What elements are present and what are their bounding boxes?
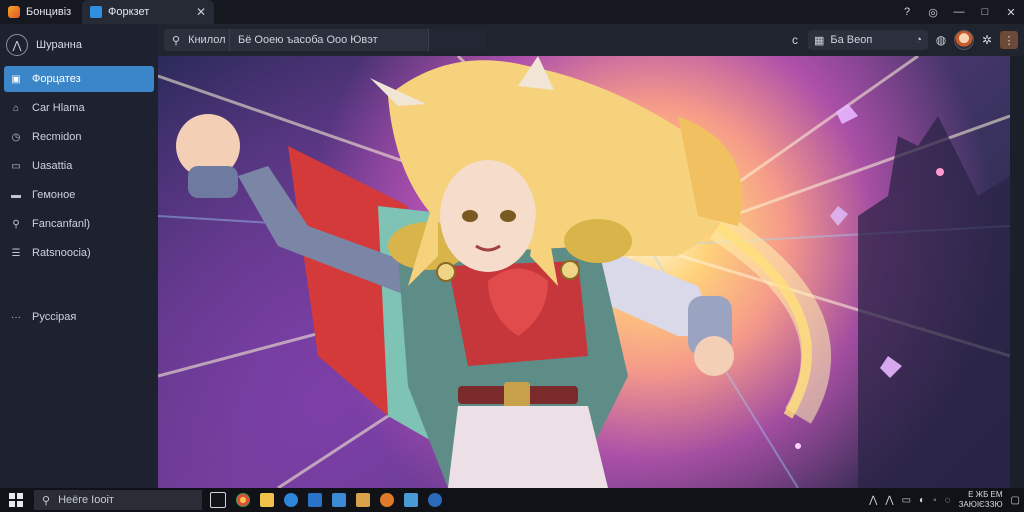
mini-search-value: Ба Веоп	[830, 34, 873, 46]
minimize-button[interactable]: —	[946, 6, 972, 18]
clock-icon: ◷	[11, 131, 21, 143]
scrollbar-track[interactable]	[1010, 56, 1024, 488]
sidebar-item-3[interactable]: ▭ Uasattia	[4, 153, 154, 179]
help-icon[interactable]: ?	[894, 6, 920, 18]
sidebar-item-1[interactable]: ⌂ Car Hlama	[4, 95, 154, 121]
clock-date: ЗАЮІЄЗЗЮ	[958, 500, 1003, 509]
car-icon: ⌂	[12, 102, 20, 114]
sidebar-more-label: Руссірая	[32, 311, 77, 323]
sidebar-item-6[interactable]: ☰ Ratsnoocia)	[4, 240, 154, 266]
clock[interactable]: Е ЖБ ЕМ ЗАЮІЄЗЗЮ	[959, 490, 1003, 510]
sidebar-item-5[interactable]: ⚲ Fancanfanl)	[4, 211, 154, 237]
grid-icon: ▦	[814, 34, 825, 47]
taskbar-pinned-apps	[210, 488, 442, 512]
tag-icon: ⚲	[12, 218, 20, 230]
sidebar-nav: ▣ Форцатез ⌂ Car Hlama ◷ Recmidon ▭ Uasa…	[0, 66, 158, 269]
taskbar: ⚲ Неёге Іооіт ⋀ ⋀ ▭ ◐ ◦ ◌ Е ЖБ ЕМ ЗАЮІЄЗ…	[0, 488, 1024, 512]
close-window-button[interactable]: ✕	[998, 6, 1024, 19]
briefcase-icon[interactable]	[356, 493, 370, 507]
search-scope[interactable]: ⚲ Книлол	[164, 29, 230, 51]
sidebar-item-label: Fancanfanl)	[32, 218, 91, 230]
sidebar-item-label: Uasattia	[32, 160, 73, 172]
volume-icon[interactable]: ▭	[902, 495, 911, 506]
clock-time: Е ЖБ ЕМ	[968, 490, 1003, 499]
list-icon: ☰	[11, 247, 21, 259]
sidebar-brand[interactable]: ⋀ Шуранна	[6, 34, 82, 56]
chart-icon: ▭	[11, 160, 21, 172]
brand-label: Шуранна	[36, 39, 82, 51]
app-logo-icon	[8, 6, 20, 18]
system-tray: ⋀ ⋀ ▭ ◐ ◦ ◌ Е ЖБ ЕМ ЗАЮІЄЗЗЮ ▢	[869, 488, 1020, 512]
sidebar-more-section: ··· Руссірая	[0, 304, 158, 333]
task-view-icon[interactable]	[210, 492, 226, 508]
battery-icon[interactable]: ◐	[919, 495, 925, 506]
chevron-up-icon[interactable]: ⋀	[869, 495, 877, 506]
title-bar: Бонцивіз Форкзет ✕ ? ◎ — □ ✕	[0, 0, 1024, 24]
maximize-button[interactable]: □	[972, 6, 998, 18]
search-icon: ⚲	[42, 494, 51, 507]
sidebar-item-label: Car Hlama	[32, 102, 85, 114]
sidebar-item-label: Recmidon	[32, 131, 82, 143]
folder-icon: ▬	[11, 189, 21, 201]
search-icon: ⚲	[172, 34, 181, 47]
brand-logo-icon: ⋀	[6, 34, 28, 56]
search-extra-field[interactable]	[429, 29, 486, 51]
chrome-icon[interactable]	[236, 493, 250, 507]
tab-close-icon[interactable]: ✕	[196, 5, 206, 19]
sidebar-item-2[interactable]: ◷ Recmidon	[4, 124, 154, 150]
sidebar-item-label: Ratsnoocia)	[32, 247, 91, 259]
toolbar-right: c ▦ Ба Веоп ◔ ◍ ✲ ⋮	[788, 24, 1024, 56]
anime-warrior-artwork	[158, 56, 1010, 488]
sidebar-item-4[interactable]: ▬ Гемоное	[4, 182, 154, 208]
windows-logo-icon	[9, 493, 23, 507]
window-controls: ? ◎ — □ ✕	[894, 0, 1024, 24]
chat-icon[interactable]: ◌	[945, 495, 951, 506]
app-icon-orange[interactable]	[380, 493, 394, 507]
settings-icon[interactable]: ✲	[980, 33, 994, 47]
mail-icon[interactable]	[332, 493, 346, 507]
store-icon[interactable]	[308, 493, 322, 507]
sidebar-item-0[interactable]: ▣ Форцатез	[4, 66, 154, 92]
active-tab-label: Форкзет	[108, 6, 150, 18]
document-icon	[90, 6, 102, 18]
toolbar: ⚲ Книлол Бё Ооею ъасоба Ооо Ювэт c ▦ Ба …	[158, 24, 1024, 56]
app-tab[interactable]: Бонцивіз	[0, 0, 80, 24]
main-search-bar[interactable]: ⚲ Книлол Бё Ооею ъасоба Ооо Ювэт	[164, 29, 486, 51]
menu-kebab-icon[interactable]: ⋮	[1000, 31, 1018, 49]
settings-ring-icon[interactable]: ◎	[920, 6, 946, 19]
more-dots-icon: ···	[11, 311, 21, 323]
artwork-canvas	[158, 56, 1010, 488]
keyboard-icon[interactable]: ◦	[933, 495, 937, 506]
avatar[interactable]	[954, 30, 974, 50]
image-icon: ▣	[11, 73, 21, 85]
taskbar-search-placeholder: Неёге Іооіт	[58, 494, 114, 506]
active-tab[interactable]: Форкзет ✕	[82, 0, 214, 24]
search-input[interactable]: Бё Ооею ъасоба Ооо Ювэт	[230, 29, 429, 51]
app-tab-label: Бонцивіз	[26, 6, 72, 18]
taskbar-search[interactable]: ⚲ Неёге Іооіт	[34, 490, 202, 510]
sidebar: ⋀ Шуранна ▣ Форцатез ⌂ Car Hlama ◷ Recmi…	[0, 24, 159, 488]
mini-search-field[interactable]: ▦ Ба Веоп ◔	[808, 30, 928, 50]
sidebar-item-label: Гемоное	[32, 189, 76, 201]
shield-icon[interactable]	[404, 493, 418, 507]
app-icon-blue[interactable]	[428, 493, 442, 507]
sidebar-item-label: Форцатез	[32, 73, 81, 85]
clock-circle-icon[interactable]: ◔	[915, 34, 922, 46]
start-button[interactable]	[0, 488, 32, 512]
file-explorer-icon[interactable]	[260, 493, 274, 507]
search-scope-label: Книлол	[188, 34, 226, 46]
network-icon[interactable]: ⋀	[885, 495, 893, 506]
extension-icon[interactable]: ◍	[934, 33, 948, 47]
notification-icon[interactable]: ▢	[1011, 495, 1020, 506]
edge-icon[interactable]	[284, 493, 298, 507]
sidebar-item-more[interactable]: ··· Руссірая	[4, 304, 154, 330]
refresh-icon[interactable]: c	[788, 33, 802, 47]
